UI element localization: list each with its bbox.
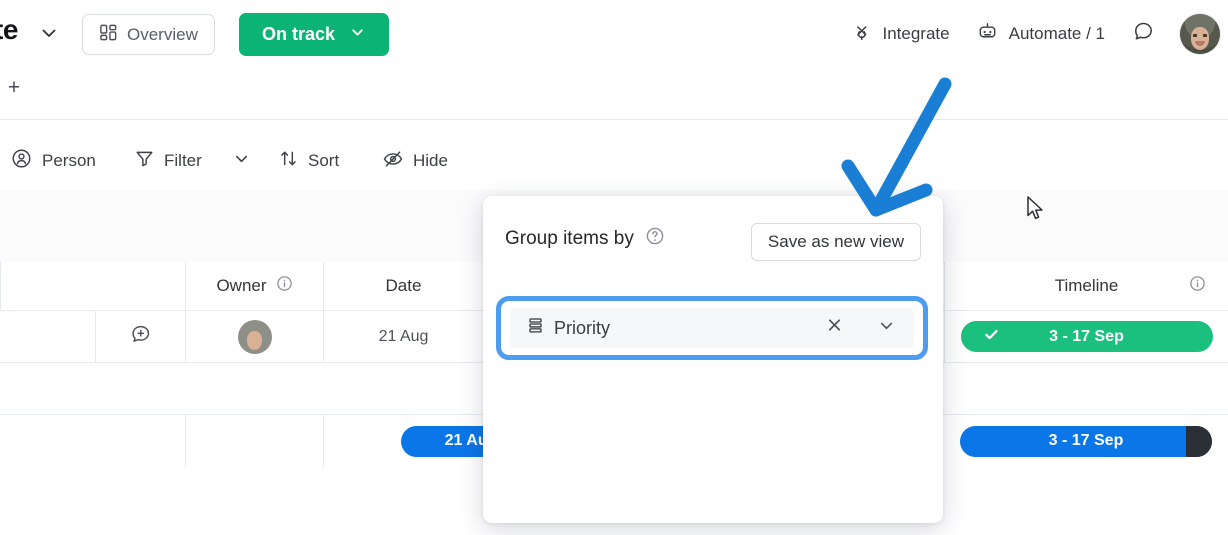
info-circle-icon[interactable] [276,275,293,297]
timeline-bar-end-cap [1186,425,1212,457]
automate-label: Automate / 1 [1008,24,1105,43]
table-header-blank [0,262,185,311]
eye-slash-icon [382,148,404,175]
row-handle-cell [0,415,185,467]
row-handle-cell [0,311,95,362]
info-circle-icon[interactable] [1189,275,1206,297]
status-button[interactable]: On track [239,13,389,56]
integrate-button[interactable]: Integrate [841,15,960,54]
funnel-icon [134,148,155,174]
row-handle-cell [0,363,95,414]
owner-cell[interactable] [185,415,323,467]
timeline-bar-label: 3 - 17 Sep [1049,327,1124,345]
chevron-down-icon [349,24,366,46]
chevron-down-icon [232,149,251,173]
board-toolbar: Person Filter Sort Hide [0,132,1228,313]
add-update-cell [95,363,185,414]
table-header-owner-label: Owner [216,276,267,295]
filter-button[interactable]: Filter [130,142,206,180]
avatar[interactable] [237,319,272,354]
chat-plus-icon[interactable] [128,322,153,352]
check-icon [983,326,1000,348]
avatar-face [246,330,263,350]
sort-arrows-icon [278,148,299,174]
overview-button[interactable]: Overview [82,14,215,55]
sort-label: Sort [308,151,340,170]
table-header-timeline-label: Timeline [1054,276,1119,295]
person-circle-icon [10,147,33,175]
sort-button[interactable]: Sort [274,142,343,180]
timeline-bar-green[interactable]: 3 - 17 Sep [960,321,1213,352]
timeline-cell[interactable]: 3 - 17 Sep [944,311,1228,362]
table-header-date[interactable]: Date [323,262,483,311]
filter-caret-button[interactable] [228,142,255,180]
save-as-new-view-button[interactable]: Save as new view [750,223,921,261]
top-right-actions: Integrate Automate / 1 [841,12,1220,56]
avatar-eyes [1192,34,1208,37]
table-header-date-label: Date [385,276,422,295]
add-update-cell[interactable] [95,311,185,362]
tab-strip-divider [0,119,1228,120]
panel-title: Group items by [505,227,634,249]
question-circle-icon[interactable] [645,226,665,251]
plug-icon [851,21,873,48]
person-filter-button[interactable]: Person [6,142,100,180]
add-tab-button[interactable]: + [3,76,25,100]
timeline-bar-blue[interactable]: 3 - 17 Sep [960,425,1212,457]
mouse-cursor [1026,196,1046,222]
chat-bubble-icon [1131,19,1156,49]
avatar-face [1190,27,1210,50]
person-label: Person [42,151,96,170]
robot-icon [976,20,999,48]
app-root: te Overview On track [0,0,1228,535]
status-label: On track [261,24,336,44]
inbox-button[interactable] [1121,13,1166,55]
hide-button[interactable]: Hide [378,142,452,180]
select-highlight-annotation [496,296,928,360]
page-title: te [0,14,18,45]
timeline-cell[interactable]: 3 - 17 Sep [944,415,1228,467]
date-cell[interactable]: 21 Aug [323,415,541,467]
panel-header: Group items by [505,226,665,251]
table-header-timeline[interactable]: Timeline [944,262,1228,311]
save-as-new-view-label: Save as new view [767,232,904,251]
avatar-eyes [248,337,260,340]
hide-label: Hide [413,151,448,170]
top-bar: te Overview On track [0,0,1228,62]
avatar[interactable] [1180,14,1220,54]
table-header-owner[interactable]: Owner [185,262,323,311]
owner-cell[interactable] [185,311,323,362]
integrate-label: Integrate [882,24,950,43]
overview-label: Overview [127,24,198,44]
chevron-down-icon[interactable] [38,22,60,44]
automate-button[interactable]: Automate / 1 [966,14,1115,54]
filter-label: Filter [164,151,202,170]
dashboard-grid-icon [99,23,118,47]
timeline-bar-label: 3 - 17 Sep [1048,432,1124,449]
tab-strip [0,62,1228,120]
date-cell[interactable]: 21 Aug [323,311,483,362]
